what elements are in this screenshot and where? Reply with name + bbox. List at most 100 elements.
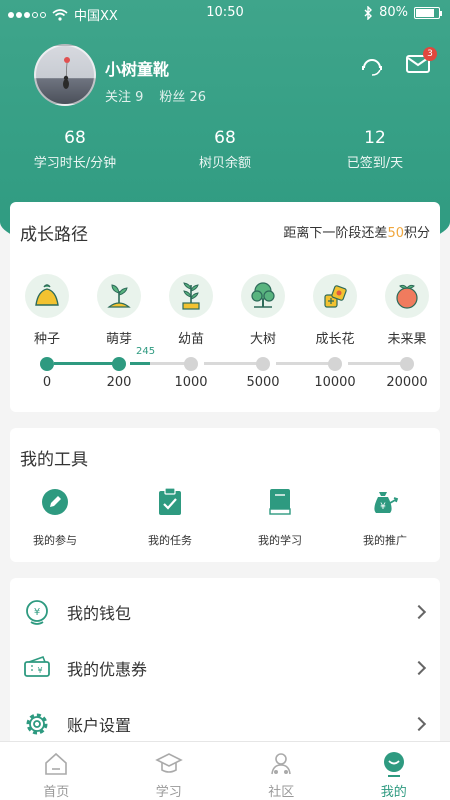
growth-progress-track — [10, 357, 440, 371]
follow-info: 关注 9 粉丝 26 — [105, 86, 206, 105]
hint-suffix: 积分 — [403, 226, 430, 241]
stage-threshold: 5000 — [246, 375, 280, 390]
stage-fruit: 未来果 — [382, 274, 432, 347]
gear-icon — [26, 713, 48, 735]
progress-node — [256, 357, 270, 371]
graduation-cap-icon — [154, 753, 183, 773]
pencil-icon — [42, 489, 68, 515]
tool-my-tasks[interactable]: 我的任务 — [125, 486, 215, 548]
stage-name: 幼苗 — [177, 332, 204, 347]
stage-name: 未来果 — [387, 332, 427, 347]
menu-label: 我的优惠券 — [67, 660, 148, 679]
tool-label: 我的任务 — [148, 534, 192, 547]
menu-list: ¥ 我的钱包 ¥ 我的优惠券 账户设置 — [10, 578, 440, 748]
sprout-icon — [107, 284, 131, 308]
stat-label: 树贝余额 — [198, 156, 251, 171]
progress-node — [184, 357, 198, 371]
messages-button[interactable]: 3 — [405, 47, 437, 80]
svg-text:¥: ¥ — [34, 607, 40, 618]
hint-points: 50 — [387, 226, 404, 241]
menu-item-coupons[interactable]: ¥ 我的优惠券 — [10, 640, 440, 696]
progress-node — [40, 357, 54, 371]
stage-threshold: 1000 — [174, 375, 208, 390]
bluetooth-icon — [364, 5, 373, 20]
stage-flower: 成长花 — [310, 274, 360, 347]
stat-label: 学习时长/分钟 — [33, 156, 117, 171]
money-bag-icon: ¥ — [374, 492, 399, 513]
tab-label: 首页 — [43, 785, 70, 800]
following-count[interactable]: 关注 9 — [105, 86, 143, 105]
stage-name: 成长花 — [315, 332, 355, 347]
profile-icon — [383, 752, 404, 777]
stat-value: 12 — [364, 128, 386, 148]
wallet-icon: ¥ — [26, 600, 48, 625]
stage-tree: 大树 — [238, 274, 288, 347]
stage-name: 种子 — [33, 332, 60, 347]
growth-title: 成长路径 — [20, 225, 88, 245]
progress-segment — [276, 362, 334, 365]
stage-threshold: 0 — [42, 375, 52, 390]
hint-prefix: 距离下一阶段还差 — [283, 226, 388, 241]
growth-path-card: 成长路径 距离下一阶段还差50积分 种子 萌芽 幼苗 大树 成长花 未来果 24… — [10, 202, 440, 412]
tab-label: 我的 — [380, 785, 407, 800]
stage-seedling: 幼苗 — [166, 274, 216, 347]
stat-shells-balance[interactable]: 68 树贝余额 — [150, 128, 300, 171]
book-icon — [269, 489, 291, 515]
user-name[interactable]: 小树童靴 — [105, 56, 169, 80]
tab-home[interactable]: 首页 — [0, 742, 113, 800]
stat-checkin-days[interactable]: 12 已签到/天 — [300, 128, 450, 171]
stats-row: 68 学习时长/分钟 68 树贝余额 12 已签到/天 — [0, 128, 450, 171]
current-points: 245 — [136, 346, 156, 357]
chevron-right-icon — [411, 660, 427, 676]
stage-threshold: 20000 — [386, 375, 428, 390]
status-bar: 中国XX 10:50 80% — [0, 0, 450, 26]
bottom-tab-bar: 首页 学习 社区 我的 — [0, 741, 450, 800]
coupon-icon: ¥ — [24, 655, 50, 677]
tab-profile[interactable]: 我的 — [338, 742, 450, 800]
customer-service-button[interactable] — [358, 52, 386, 80]
avatar[interactable] — [34, 44, 96, 106]
tab-community[interactable]: 社区 — [225, 742, 338, 800]
svg-text:¥: ¥ — [37, 666, 42, 675]
stage-sprout: 萌芽 — [94, 274, 144, 347]
growth-hint: 距离下一阶段还差50积分 — [283, 222, 430, 241]
menu-label: 我的钱包 — [67, 604, 132, 623]
menu-label: 账户设置 — [67, 716, 132, 735]
battery-percent: 80% — [379, 5, 408, 20]
tools-title: 我的工具 — [20, 450, 88, 470]
tool-label: 我的推广 — [363, 534, 407, 547]
fruit-icon — [396, 284, 418, 309]
seedling-icon — [182, 282, 200, 310]
stat-value: 68 — [214, 128, 236, 148]
progress-node — [328, 357, 342, 371]
stage-name: 萌芽 — [105, 332, 132, 347]
battery-icon — [414, 6, 442, 19]
stage-threshold: 10000 — [314, 375, 356, 390]
tool-my-study[interactable]: 我的学习 — [235, 486, 325, 548]
tree-icon — [251, 282, 275, 308]
message-badge: 3 — [423, 47, 437, 61]
progress-node — [400, 357, 414, 371]
chat-headset-icon — [362, 59, 382, 76]
tab-label: 社区 — [268, 785, 295, 800]
tab-study[interactable]: 学习 — [113, 742, 226, 800]
tool-my-participation[interactable]: 我的参与 — [10, 486, 100, 548]
tool-label: 我的参与 — [33, 534, 77, 547]
progress-node — [112, 357, 126, 371]
svg-text:¥: ¥ — [380, 502, 386, 512]
stat-label: 已签到/天 — [346, 156, 404, 171]
followers-count[interactable]: 粉丝 26 — [159, 86, 206, 105]
stage-seed: 种子 — [22, 274, 72, 347]
community-icon — [271, 753, 292, 775]
flower-icon — [324, 285, 347, 308]
stat-value: 68 — [64, 128, 86, 148]
tool-my-promotion[interactable]: ¥ 我的推广 — [340, 486, 430, 548]
stat-study-minutes[interactable]: 68 学习时长/分钟 — [0, 128, 150, 171]
seed-icon — [35, 284, 59, 306]
chevron-right-icon — [411, 604, 427, 620]
tool-label: 我的学习 — [258, 534, 302, 547]
progress-segment — [130, 362, 150, 365]
stage-threshold: 200 — [106, 375, 132, 390]
menu-item-wallet[interactable]: ¥ 我的钱包 — [10, 584, 440, 640]
clipboard-check-icon — [159, 487, 181, 515]
